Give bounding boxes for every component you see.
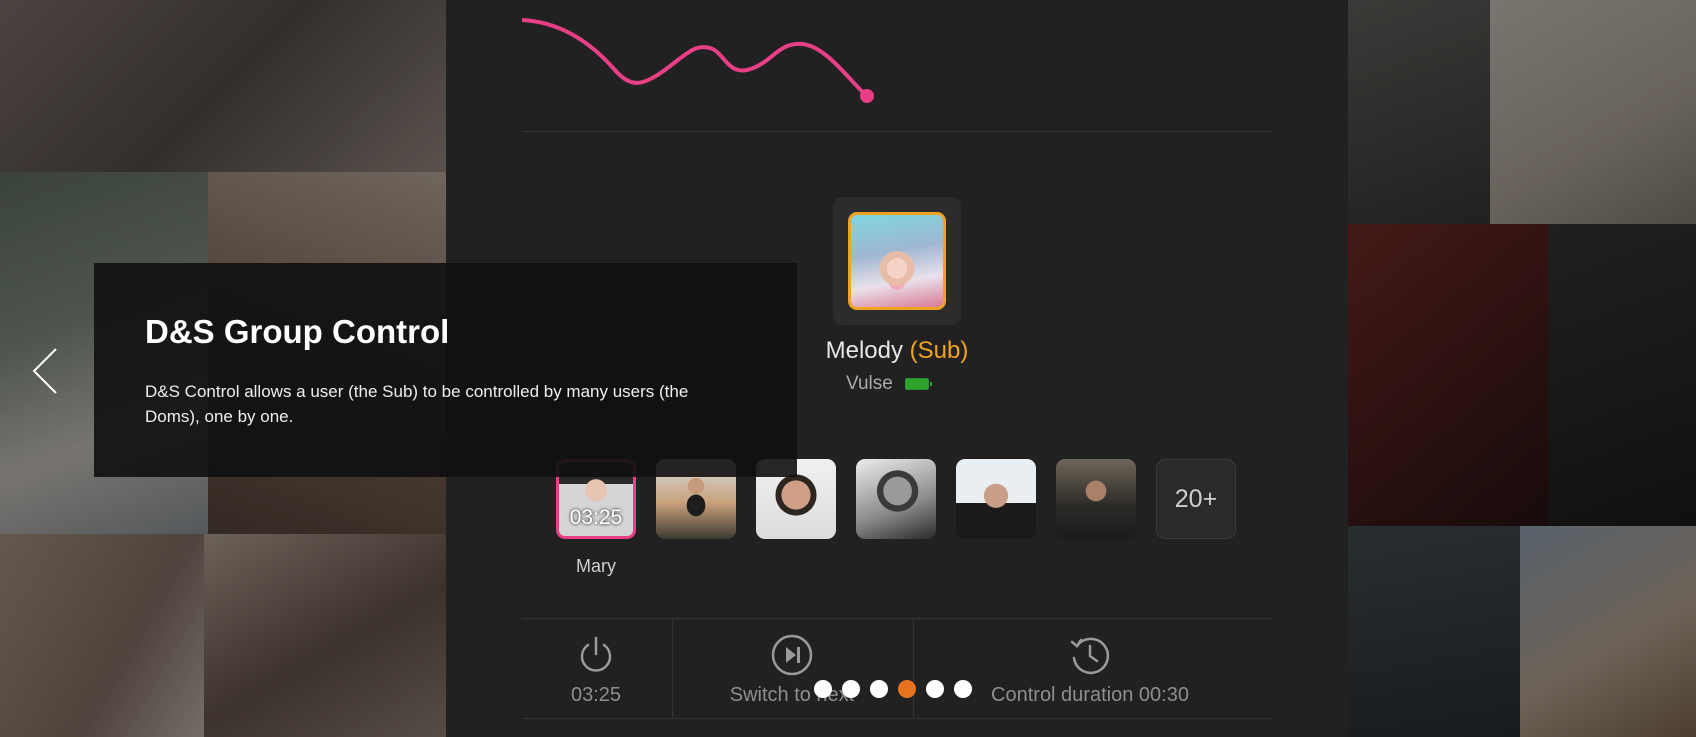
sub-avatar [848, 212, 946, 310]
divider [522, 718, 1272, 719]
background-photo [1520, 526, 1696, 737]
power-icon [580, 636, 612, 672]
carousel-dot[interactable] [842, 680, 860, 698]
dom-avatar[interactable] [1056, 459, 1136, 539]
feature-title: D&S Group Control [145, 313, 450, 350]
control-duration[interactable]: Control duration 00:30 [980, 634, 1200, 707]
background-photo [1548, 224, 1696, 526]
more-doms-button[interactable]: 20+ [1156, 459, 1236, 539]
power-timer-value: 03:25 [570, 684, 622, 706]
chevron-left-icon[interactable] [28, 345, 62, 397]
device-status: Vulse [846, 373, 932, 395]
background-photo [1490, 0, 1696, 224]
background-photo [0, 534, 204, 737]
carousel-dot-active[interactable] [898, 680, 916, 698]
battery-full-icon [904, 378, 932, 390]
skip-next-icon [771, 634, 813, 676]
dom-avatar[interactable] [956, 459, 1036, 539]
sub-name: Melody (Sub) [760, 337, 1034, 365]
background-collage-right [1348, 0, 1696, 737]
device-name: Vulse [846, 373, 893, 394]
control-duration-label: Control duration 00:30 [991, 684, 1189, 706]
feature-description: D&S Control allows a user (the Sub) to b… [145, 382, 689, 426]
sub-role-tag: (Sub) [909, 337, 969, 364]
background-photo [204, 534, 446, 737]
feature-info-overlay: D&S Group Control D&S Control allows a u… [94, 263, 797, 477]
divider [522, 618, 1272, 619]
background-photo [1348, 0, 1490, 224]
carousel-pagination [814, 680, 972, 698]
sub-name-text: Melody [825, 337, 903, 364]
history-clock-icon [1070, 637, 1110, 675]
dom-timer: 03:25 [569, 506, 623, 529]
carousel-dot[interactable] [814, 680, 832, 698]
carousel-dot[interactable] [954, 680, 972, 698]
carousel-dot[interactable] [926, 680, 944, 698]
divider [913, 619, 914, 718]
background-photo [1348, 526, 1520, 737]
background-photo [1348, 224, 1548, 526]
vibration-wave-graph [522, 18, 874, 103]
carousel-dot[interactable] [870, 680, 888, 698]
power-control[interactable]: 03:25 [556, 634, 636, 707]
active-dom-name: Mary [576, 556, 616, 576]
dom-avatar[interactable] [856, 459, 936, 539]
divider [522, 131, 1272, 132]
divider [672, 619, 673, 718]
background-photo [0, 0, 446, 172]
sub-avatar-card[interactable] [833, 197, 961, 325]
